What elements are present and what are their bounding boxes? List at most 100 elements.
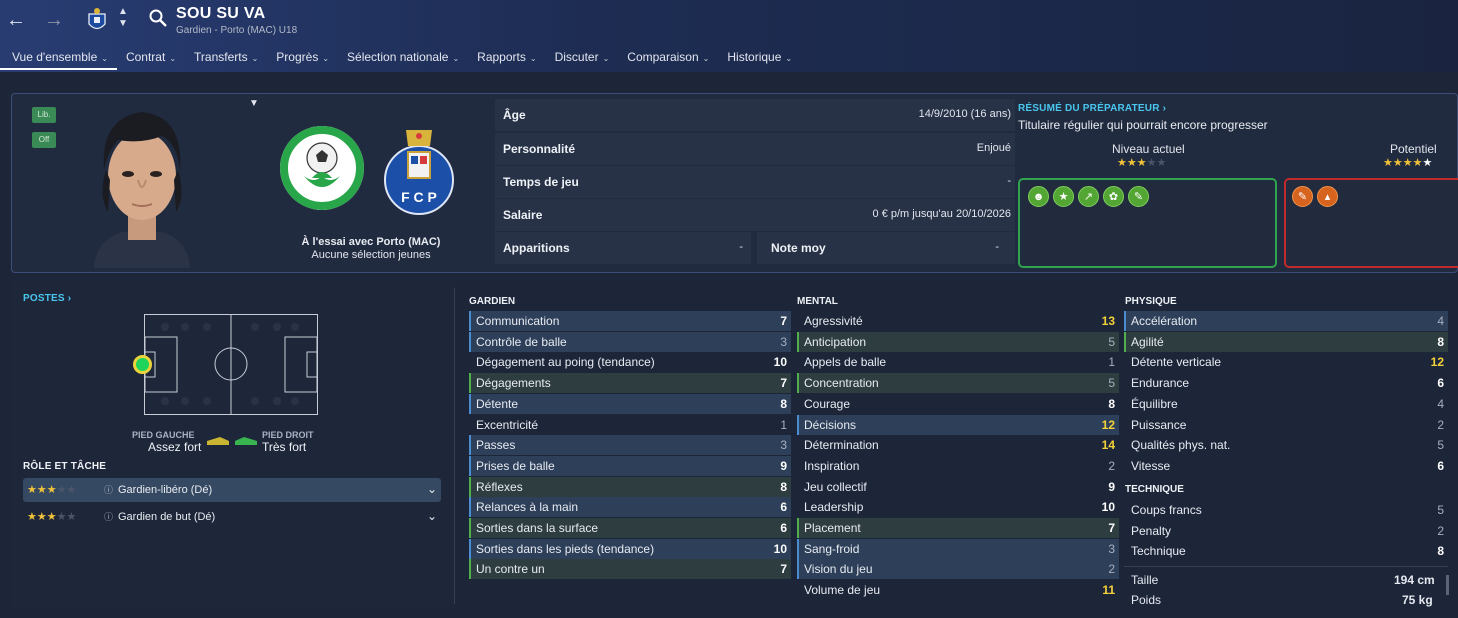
attribute-row[interactable]: Prises de balle 9 (469, 455, 791, 476)
attribute-row[interactable]: Volume de jeu 11 (797, 580, 1119, 600)
trend-up-icon[interactable]: ↗ (1078, 186, 1099, 207)
player-switch-icon[interactable]: ▲ ▼ (116, 6, 130, 34)
tab-contrat[interactable]: Contrat ⌄ (117, 44, 185, 70)
attribute-row[interactable]: Excentricité 1 (469, 415, 791, 435)
attribute-row[interactable]: Vision du jeu 2 (797, 559, 1119, 580)
attribute-row[interactable]: Vitesse 6 (1124, 456, 1448, 476)
attribute-row[interactable]: Communication 7 (469, 311, 791, 331)
tab-label: Sélection nationale (347, 50, 449, 64)
coach-summary-link[interactable]: RÉSUMÉ DU PRÉPARATEUR › (1018, 103, 1166, 114)
attribute-row[interactable]: Sorties dans la surface 6 (469, 518, 791, 538)
attribute-row[interactable]: Inspiration 2 (797, 456, 1119, 476)
tab-rapports[interactable]: Rapports ⌄ (468, 44, 545, 70)
attribute-row[interactable]: Coups francs 5 (1124, 500, 1448, 520)
attribute-row[interactable]: Passes 3 (469, 435, 791, 456)
attribute-row[interactable]: Contrôle de balle 3 (469, 331, 791, 352)
attribute-value: 7 (780, 376, 787, 391)
tab-vue-ensemble[interactable]: Vue d'ensemble ⌄ (0, 44, 117, 70)
flask-icon[interactable]: ▴ (1317, 186, 1338, 207)
attribute-row[interactable]: Leadership 10 (797, 497, 1119, 517)
attribute-row[interactable]: Puissance 2 (1124, 415, 1448, 435)
attribute-row[interactable]: Concentration 5 (797, 373, 1119, 394)
chevron-down-icon[interactable]: ▼ (249, 98, 259, 109)
star-icon: ★ (56, 511, 67, 523)
attribute-row[interactable]: Jeu collectif 9 (797, 477, 1119, 497)
tab-label: Vue d'ensemble (12, 50, 98, 64)
attribute-row[interactable]: Détermination 14 (797, 435, 1119, 455)
chevron-down-icon: ⌄ (101, 54, 108, 63)
clipboard-icon[interactable]: ✎ (1128, 186, 1149, 207)
attribute-row[interactable]: Endurance 6 (1124, 373, 1448, 393)
tab-progres[interactable]: Progrès ⌄ (267, 44, 338, 70)
attribute-row[interactable]: Qualités phys. nat. 5 (1124, 435, 1448, 455)
key-attribute-marker (797, 331, 799, 352)
attribute-row[interactable]: Technique 8 (1124, 541, 1448, 561)
attribute-row[interactable]: Courage 8 (797, 394, 1119, 414)
attribute-value: 3 (780, 334, 787, 349)
attribute-row[interactable]: Détente 8 (469, 393, 791, 414)
attribute-value: 14 (1101, 438, 1115, 453)
attribute-row[interactable]: Dégagement au poing (tendance) 10 (469, 352, 791, 372)
attribute-row[interactable]: Réflexes 8 (469, 476, 791, 497)
tab-selection-nationale[interactable]: Sélection nationale ⌄ (338, 44, 468, 70)
right-foot-value: Très fort (262, 440, 307, 454)
weight-label: Poids (1131, 593, 1162, 607)
attribute-row[interactable]: Placement 7 (797, 518, 1119, 538)
info-icon[interactable]: ⓘ (104, 483, 113, 496)
search-icon[interactable] (148, 8, 168, 28)
scrollbar-thumb[interactable] (1446, 575, 1449, 595)
attribute-row[interactable]: Appels de balle 1 (797, 352, 1119, 372)
attribute-row[interactable]: Détente verticale 12 (1124, 352, 1448, 372)
boot-icon[interactable]: ✎ (1292, 186, 1313, 207)
info-row-age: Âge 14/9/2010 (16 ans) (495, 99, 1015, 131)
trait-icon[interactable]: ☻ (1028, 186, 1049, 207)
tab-comparaison[interactable]: Comparaison ⌄ (618, 44, 718, 70)
tag-lib[interactable]: Lib. (32, 107, 56, 123)
brain-icon[interactable]: ✿ (1103, 186, 1124, 207)
attribute-row[interactable]: Anticipation 5 (797, 331, 1119, 352)
attribute-value: 2 (1437, 417, 1444, 432)
attribute-name: Excentricité (476, 417, 539, 432)
role-item[interactable]: ★★★★★ ⓘ Gardien de but (Dé) ⌄ (23, 505, 441, 529)
key-attribute-marker (797, 518, 799, 538)
info-row-personality: Personnalité Enjoué (495, 133, 1015, 165)
attribute-value: 6 (780, 521, 787, 535)
attribute-row[interactable]: Sorties dans les pieds (tendance) 10 (469, 538, 791, 559)
attribute-row[interactable]: Agressivité 13 (797, 311, 1119, 331)
attribute-row[interactable]: Décisions 12 (797, 414, 1119, 435)
tag-off[interactable]: Off (32, 132, 56, 148)
tab-transferts[interactable]: Transferts ⌄ (185, 44, 267, 70)
right-boot-icon (234, 435, 258, 447)
key-attribute-marker (469, 373, 471, 394)
chevron-down-icon[interactable]: ⌄ (427, 482, 437, 496)
trial-status: À l'essai avec Porto (MAC) (301, 236, 441, 248)
attribute-row[interactable]: Accélération 4 (1124, 311, 1448, 331)
attribute-row[interactable]: Relances à la main 6 (469, 497, 791, 518)
arrow-left-icon[interactable]: ← (2, 6, 30, 34)
attribute-name: Leadership (804, 500, 864, 515)
attribute-value: 8 (780, 396, 787, 411)
attribute-row[interactable]: Penalty 2 (1124, 521, 1448, 541)
goalkeeper-position-marker[interactable] (133, 355, 152, 374)
attribute-row[interactable]: Sang-froid 3 (797, 538, 1119, 559)
role-item[interactable]: ★★★★★ ⓘ Gardien-libéro (Dé) ⌄ (23, 478, 441, 502)
attribute-value: 6 (780, 500, 787, 515)
club-crest-icon[interactable] (86, 6, 108, 34)
star-trait-icon[interactable]: ★ (1053, 186, 1074, 207)
summary-text: Titulaire régulier qui pourrait encore p… (1018, 118, 1268, 132)
info-icon[interactable]: ⓘ (104, 510, 113, 523)
attribute-row[interactable]: Agilité 8 (1124, 331, 1448, 352)
attribute-row[interactable]: Un contre un 7 (469, 559, 791, 580)
tab-discuter[interactable]: Discuter ⌄ (546, 44, 619, 70)
attribute-row[interactable]: Équilibre 4 (1124, 394, 1448, 414)
section-divider (454, 288, 455, 604)
tab-historique[interactable]: Historique ⌄ (718, 44, 801, 70)
attribute-row[interactable]: Dégagements 7 (469, 373, 791, 394)
chevron-down-icon[interactable]: ⌄ (427, 509, 437, 523)
star-icon: ★ (46, 484, 57, 496)
attribute-name: Sorties dans la surface (476, 521, 599, 535)
key-attribute-marker (469, 497, 471, 518)
positions-link[interactable]: POSTES › (23, 293, 71, 304)
attribute-value: 3 (780, 438, 787, 453)
arrow-right-icon[interactable]: → (40, 6, 68, 34)
